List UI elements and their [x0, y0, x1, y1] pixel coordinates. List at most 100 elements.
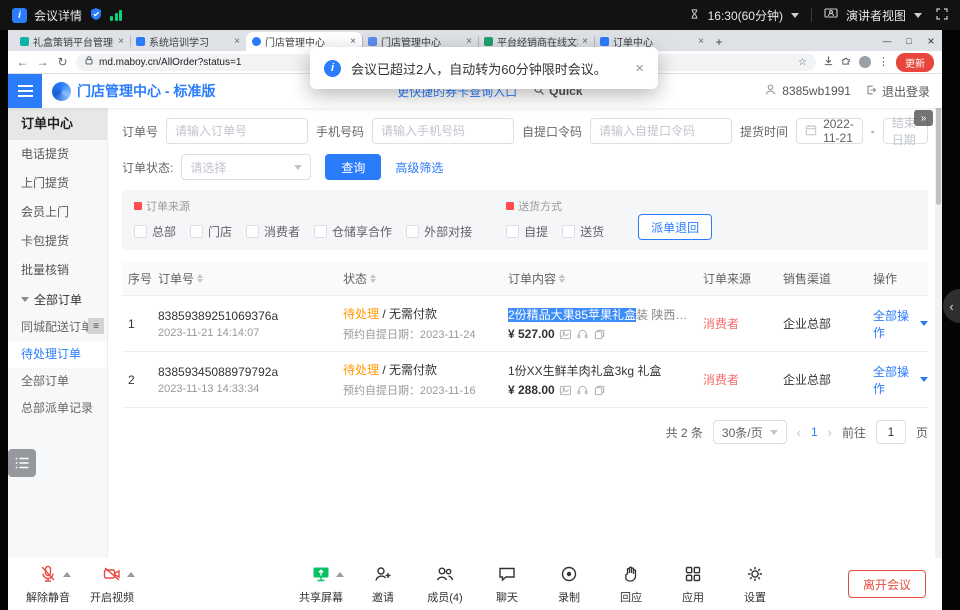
goto-page-input[interactable]	[876, 420, 906, 444]
sidebar-item-pending-orders[interactable]: 待处理订单	[8, 341, 107, 368]
checkbox-external[interactable]: 外部对接	[406, 223, 472, 240]
unmute-button[interactable]: 解除静音	[26, 564, 70, 605]
checkbox-icon[interactable]	[190, 225, 203, 238]
checkbox-icon[interactable]	[506, 225, 519, 238]
browser-scrollbar[interactable]	[935, 74, 942, 558]
checkbox-hq[interactable]: 总部	[134, 223, 176, 240]
reactions-button[interactable]: 回应	[609, 564, 653, 605]
image-icon[interactable]	[559, 328, 572, 341]
checkbox-icon[interactable]	[406, 225, 419, 238]
checkbox-delivery[interactable]: 送货	[562, 223, 604, 240]
sidebar-item-batch-verify[interactable]: 批量核销	[8, 256, 107, 285]
prev-page-icon[interactable]: ‹	[797, 425, 801, 440]
view-dropdown-icon[interactable]	[914, 13, 922, 22]
service-icon[interactable]	[576, 328, 589, 341]
tab-close-icon[interactable]: ×	[118, 36, 124, 47]
sidebar-item-phone-pickup[interactable]: 电话提货	[8, 140, 107, 169]
order-no-input[interactable]	[166, 118, 308, 144]
checkbox-icon[interactable]	[314, 225, 327, 238]
meeting-title[interactable]: 会议详情	[34, 7, 82, 24]
user-account[interactable]: 8385wb1991	[764, 83, 851, 99]
page-number[interactable]: 1	[811, 425, 818, 439]
advanced-filter-link[interactable]: 高级筛选	[395, 159, 443, 176]
checkbox-icon[interactable]	[246, 225, 259, 238]
sidebar-group-all-orders[interactable]: 全部订单	[8, 285, 107, 314]
tab-close-icon[interactable]: ×	[698, 36, 704, 47]
window-minimize-icon[interactable]: —	[876, 36, 898, 46]
extensions-icon[interactable]	[841, 55, 852, 69]
menu-toggle-button[interactable]	[8, 74, 42, 108]
sidebar-item-all-orders[interactable]: 全部订单	[8, 368, 107, 395]
invite-button[interactable]: 邀请	[361, 564, 405, 605]
leave-meeting-button[interactable]: 离开会议	[848, 570, 926, 598]
view-mode-label[interactable]: 演讲者视图	[846, 7, 906, 24]
window-maximize-icon[interactable]: □	[898, 36, 920, 46]
chevron-up-icon[interactable]	[127, 568, 135, 577]
checkbox-warehouse-coop[interactable]: 仓储享合作	[314, 223, 392, 240]
page-size-select[interactable]: 30条/页	[713, 420, 787, 444]
image-icon[interactable]	[559, 384, 572, 397]
fullscreen-icon[interactable]	[936, 8, 948, 23]
browser-tab[interactable]: 系统培训学习 ×	[130, 32, 246, 51]
col-content[interactable]: 订单内容	[508, 270, 703, 287]
members-button[interactable]: 成员(4)	[423, 564, 467, 605]
floating-menu-button[interactable]	[8, 449, 36, 477]
new-tab-button[interactable]: +	[710, 35, 728, 49]
download-icon[interactable]	[823, 55, 834, 69]
record-button[interactable]: 录制	[547, 564, 591, 605]
phone-input[interactable]	[372, 118, 514, 144]
logout-button[interactable]: 退出登录	[865, 83, 930, 100]
settings-button[interactable]: 设置	[733, 564, 777, 605]
col-status[interactable]: 状态	[343, 270, 508, 287]
meeting-info-icon[interactable]: i	[12, 8, 27, 23]
col-order-no[interactable]: 订单号	[158, 270, 343, 287]
sidebar-item-door-pickup[interactable]: 上门提货	[8, 169, 107, 198]
checkbox-store[interactable]: 门店	[190, 223, 232, 240]
sort-icon[interactable]	[559, 271, 565, 286]
share-screen-button[interactable]: 共享屏幕	[299, 564, 343, 605]
row-actions-dropdown[interactable]: 全部操作	[873, 307, 928, 341]
browser-menu-icon[interactable]: ⋮	[878, 57, 889, 68]
sidebar-drag-handle-icon[interactable]: ≡	[88, 318, 104, 334]
sidebar-item-member-visit[interactable]: 会员上门	[8, 198, 107, 227]
reload-icon[interactable]: ↻	[56, 56, 69, 68]
tab-close-icon[interactable]: ×	[234, 36, 240, 47]
toast-close-icon[interactable]: ×	[635, 60, 644, 77]
sort-icon[interactable]	[370, 271, 376, 286]
tab-close-icon[interactable]: ×	[466, 36, 472, 47]
tab-close-icon[interactable]: ×	[582, 36, 588, 47]
collapse-panel-icon[interactable]: »	[914, 110, 933, 126]
apps-button[interactable]: 应用	[671, 564, 715, 605]
service-icon[interactable]	[576, 384, 589, 397]
pickup-code-input[interactable]	[590, 118, 732, 144]
sort-icon[interactable]	[197, 271, 203, 286]
window-close-icon[interactable]: ×	[920, 34, 942, 48]
copy-icon[interactable]	[593, 384, 606, 397]
browser-tab[interactable]: 礼盒策销平台管理中心 ×	[14, 32, 130, 51]
dispatch-return-button[interactable]: 派单退回	[638, 214, 712, 240]
checkbox-self-pickup[interactable]: 自提	[506, 223, 548, 240]
sidebar-item-card-pickup[interactable]: 卡包提货	[8, 227, 107, 256]
chat-button[interactable]: 聊天	[485, 564, 529, 605]
bookmark-icon[interactable]: ☆	[798, 57, 807, 68]
checkbox-consumer[interactable]: 消费者	[246, 223, 300, 240]
order-status-select[interactable]: 请选择	[181, 154, 311, 180]
checkbox-icon[interactable]	[134, 225, 147, 238]
search-button[interactable]: 查询	[325, 154, 381, 180]
checkbox-icon[interactable]	[562, 225, 575, 238]
update-button[interactable]: 更新	[896, 53, 934, 72]
start-video-button[interactable]: 开启视频	[90, 564, 134, 605]
chevron-up-icon[interactable]	[336, 568, 344, 577]
timer-dropdown-icon[interactable]	[791, 13, 799, 22]
next-page-icon[interactable]: ›	[828, 425, 832, 440]
sidebar-item-hq-dispatch-records[interactable]: 总部派单记录	[8, 395, 107, 422]
tab-close-icon[interactable]: ×	[350, 36, 356, 47]
side-panel-handle-icon[interactable]: ‹	[943, 289, 960, 323]
start-date-picker[interactable]: 2022-11-21	[796, 118, 863, 144]
copy-icon[interactable]	[593, 328, 606, 341]
profile-avatar[interactable]	[859, 56, 871, 68]
chevron-up-icon[interactable]	[63, 568, 71, 577]
back-icon[interactable]: ←	[16, 56, 29, 68]
forward-icon[interactable]: →	[36, 56, 49, 68]
row-actions-dropdown[interactable]: 全部操作	[873, 363, 928, 397]
